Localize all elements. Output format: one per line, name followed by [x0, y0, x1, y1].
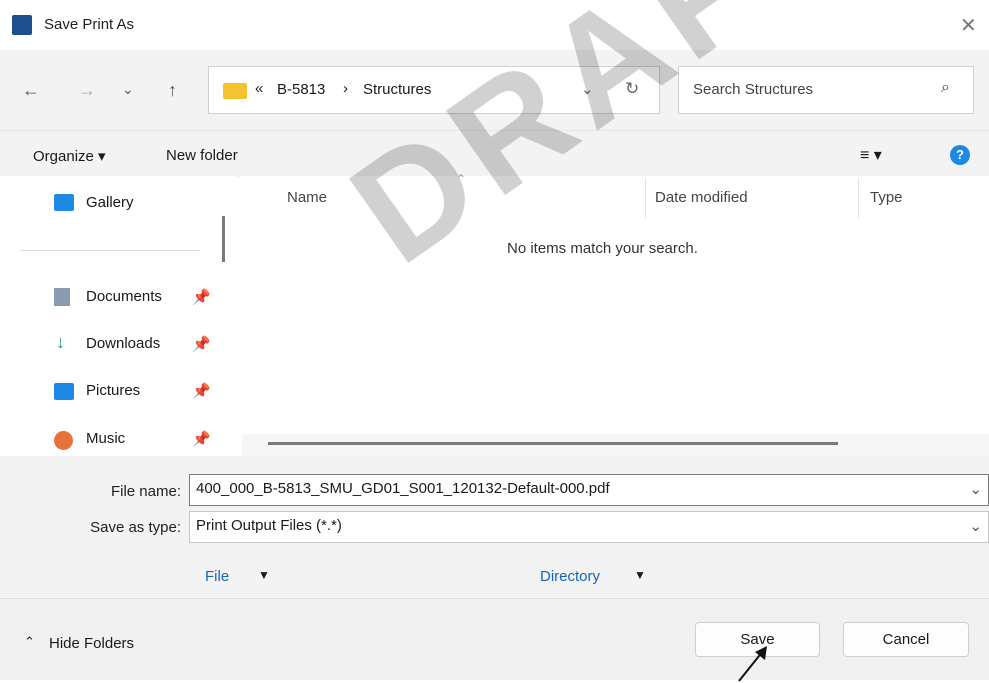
file-name-value[interactable]: 400_000_B-5813_SMU_GD01_S001_120132-Defa… — [196, 480, 610, 497]
horizontal-scrollbar[interactable] — [268, 442, 838, 445]
forward-arrow-icon[interactable]: → — [78, 80, 96, 101]
up-arrow-icon[interactable]: ↑ — [168, 80, 177, 101]
empty-message: No items match your search. — [507, 240, 698, 257]
sidebar-divider — [20, 250, 200, 251]
help-icon[interactable]: ? — [950, 145, 970, 165]
sidebar-item-music[interactable]: Music — [86, 430, 125, 447]
column-header-type[interactable]: Type — [870, 189, 903, 206]
organize-menu[interactable]: Organize ▾ — [33, 147, 106, 165]
sidebar-item-pictures[interactable]: Pictures — [86, 382, 140, 399]
close-icon[interactable]: ✕ — [960, 13, 977, 38]
save-options-panel: File name: 400_000_B-5813_SMU_GD01_S001_… — [0, 456, 989, 598]
view-options-icon[interactable]: ≡ ▾ — [860, 145, 882, 165]
column-divider[interactable] — [645, 178, 646, 218]
command-toolbar: Organize ▾ New folder ≡ ▾ ? — [0, 130, 989, 177]
sidebar-scrollbar[interactable] — [222, 216, 225, 262]
pointer-arrow-icon — [738, 646, 767, 682]
gallery-icon — [54, 194, 74, 211]
back-arrow-icon[interactable]: ← — [22, 80, 40, 101]
address-dropdown-icon[interactable]: ⌄ — [581, 80, 594, 98]
window-title: Save Print As — [44, 16, 135, 33]
search-placeholder[interactable]: Search Structures — [693, 81, 813, 98]
hide-folders-button[interactable]: Hide Folders — [49, 635, 134, 652]
search-icon[interactable]: ⌕ — [941, 79, 950, 97]
directory-dropdown-icon[interactable]: ▼ — [634, 568, 646, 582]
column-header-name[interactable]: Name — [287, 189, 327, 206]
chevron-down-icon[interactable]: ⌄ — [969, 480, 982, 498]
breadcrumb-b5813[interactable]: B-5813 — [277, 81, 325, 98]
file-option-link[interactable]: File — [205, 568, 229, 585]
document-icon — [54, 288, 70, 306]
horizontal-scroll-track — [242, 434, 989, 456]
sidebar-item-gallery[interactable]: Gallery — [86, 194, 134, 211]
pin-icon[interactable]: 📌 — [192, 430, 211, 448]
refresh-icon[interactable]: ↻ — [625, 79, 639, 99]
pin-icon[interactable]: 📌 — [192, 288, 211, 306]
recent-chevron-icon[interactable]: ⌄ — [122, 81, 134, 98]
chevron-up-icon[interactable]: ⌃ — [24, 634, 35, 650]
sidebar-item-documents[interactable]: Documents — [86, 288, 162, 305]
breadcrumb-overflow[interactable]: « — [255, 80, 263, 97]
music-icon — [54, 431, 73, 450]
file-name-label: File name: — [110, 483, 181, 500]
pictures-icon — [54, 383, 74, 400]
title-bar: Save Print As ✕ — [0, 0, 989, 50]
folder-icon — [223, 83, 247, 99]
file-dropdown-icon[interactable]: ▼ — [258, 568, 270, 582]
save-as-type-label: Save as type: — [90, 519, 181, 536]
column-divider[interactable] — [858, 178, 859, 218]
navigation-pane: Gallery Documents 📌 ↓ Downloads 📌 Pictur… — [0, 176, 236, 456]
column-header-date-modified[interactable]: Date modified — [655, 189, 748, 206]
directory-option-link[interactable]: Directory — [540, 568, 600, 585]
cancel-button[interactable]: Cancel — [843, 622, 969, 657]
address-bar[interactable]: « B-5813 › Structures ⌄ ↻ — [208, 66, 660, 114]
pin-icon[interactable]: 📌 — [192, 335, 211, 353]
sidebar-item-downloads[interactable]: Downloads — [86, 335, 160, 352]
pin-icon[interactable]: 📌 — [192, 382, 211, 400]
breadcrumb-structures[interactable]: Structures — [363, 81, 431, 98]
file-list: ⌃ — [242, 172, 989, 456]
breadcrumb-chevron-icon: › — [343, 80, 348, 97]
new-folder-button[interactable]: New folder — [166, 147, 238, 164]
search-box[interactable]: Search Structures ⌕ — [678, 66, 974, 114]
dialog-footer: ⌃ Hide Folders Save Cancel — [0, 598, 989, 682]
chevron-down-icon[interactable]: ⌄ — [969, 517, 982, 535]
download-icon: ↓ — [56, 332, 65, 352]
app-logo-icon — [12, 15, 32, 35]
sort-ascending-icon: ⌃ — [456, 172, 467, 186]
save-as-type-select[interactable]: Print Output Files (*.*) ⌄ — [189, 511, 989, 543]
file-name-input[interactable]: 400_000_B-5813_SMU_GD01_S001_120132-Defa… — [189, 474, 989, 506]
save-as-type-value[interactable]: Print Output Files (*.*) — [196, 517, 342, 534]
